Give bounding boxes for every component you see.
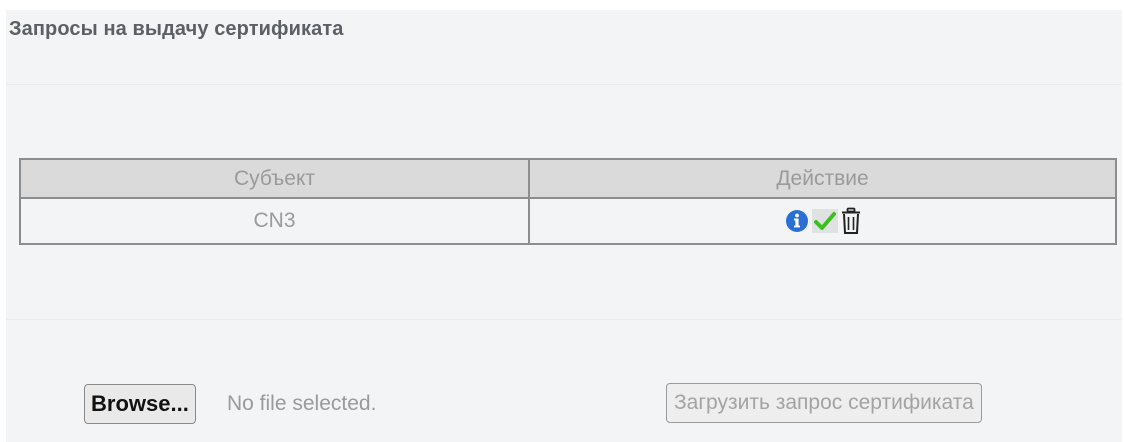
info-icon[interactable] bbox=[784, 208, 810, 234]
table-row: CN3 bbox=[19, 197, 1117, 245]
row-actions bbox=[784, 207, 862, 235]
cell-actions bbox=[528, 197, 1117, 245]
trash-icon[interactable] bbox=[840, 207, 862, 235]
column-header-subject: Субъект bbox=[19, 158, 530, 199]
check-icon[interactable] bbox=[811, 209, 838, 233]
column-header-action: Действие bbox=[528, 158, 1117, 199]
table-header-row: Субъект Действие bbox=[19, 158, 1117, 199]
page-title: Запросы на выдачу сертификата bbox=[9, 18, 344, 40]
file-status-text: No file selected. bbox=[227, 392, 377, 415]
divider bbox=[6, 319, 1122, 320]
certificate-requests-panel: Запросы на выдачу сертификата Субъект Де… bbox=[6, 10, 1122, 442]
upload-request-button[interactable]: Загрузить запрос сертификата bbox=[666, 383, 982, 423]
divider bbox=[6, 84, 1122, 85]
browse-button[interactable]: Browse... bbox=[84, 384, 196, 424]
requests-table: Субъект Действие CN3 bbox=[19, 158, 1117, 245]
cell-subject: CN3 bbox=[19, 197, 530, 245]
